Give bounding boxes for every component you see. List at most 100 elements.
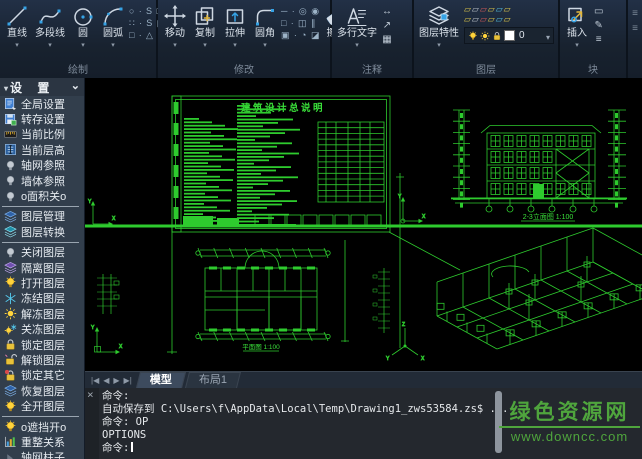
layer-state-icon[interactable]: ▱ <box>480 5 487 14</box>
collapse-chevron-icon[interactable] <box>71 78 80 92</box>
sidebar-item[interactable]: 当前比例 <box>0 127 84 142</box>
sidebar-item[interactable]: o面积关o <box>0 188 84 203</box>
ucs-icon: Y X <box>398 194 426 223</box>
sidebar-item[interactable]: 当前层高 <box>0 142 84 157</box>
dropdown-caret-icon[interactable] <box>111 40 115 47</box>
sidebar-item[interactable]: 轴网参照 <box>0 158 84 173</box>
first-tab-button[interactable] <box>91 376 99 385</box>
dropdown-caret-icon[interactable] <box>233 40 237 47</box>
sidebar-item[interactable]: 全局设置 <box>0 96 84 111</box>
dropdown-caret-icon[interactable] <box>81 40 85 47</box>
panel-label-block: 块 <box>560 64 626 78</box>
sidebar-item[interactable]: 恢复图层 <box>0 383 84 398</box>
ribbon-button-stretch[interactable]: 拉伸 <box>220 3 250 47</box>
sidebar-item[interactable]: 重整关系 <box>0 434 84 449</box>
sidebar-item[interactable]: 全开图层 <box>0 398 84 413</box>
mini-tool-icons[interactable]: ▣ ∙ ◔ ◪ <box>281 31 320 40</box>
close-icon[interactable] <box>87 388 94 401</box>
sun-icon[interactable] <box>480 31 490 41</box>
sidebar-item[interactable]: 锁定图层 <box>0 337 84 352</box>
mini-tool-icon[interactable]: ✎ <box>595 21 603 31</box>
bulb-gray-icon <box>4 174 17 187</box>
layer-state-icon[interactable]: ▱ <box>496 5 503 14</box>
ribbon-button-label: 圆角 <box>255 28 275 40</box>
sidebar-header[interactable]: 设 置 <box>0 78 84 96</box>
dropdown-caret-icon[interactable] <box>355 40 359 47</box>
last-tab-button[interactable] <box>124 376 132 385</box>
ucs-icon: Y X <box>88 199 116 226</box>
prev-tab-button[interactable] <box>103 376 109 385</box>
sidebar-item[interactable]: 锁定其它 <box>0 368 84 383</box>
tab-layout[interactable]: 布局1 <box>185 372 241 388</box>
ribbon-button-insert[interactable]: 插入 <box>562 3 592 47</box>
ribbon-button-copy[interactable]: 复制 <box>190 3 220 47</box>
next-tab-button[interactable] <box>113 376 119 385</box>
sidebar-item[interactable]: 图层转换 <box>0 224 84 239</box>
layer-state-icons[interactable]: ▱▱▱▱▱▱ <box>464 5 554 14</box>
layer-state-icon[interactable]: ▱ <box>472 5 479 14</box>
sidebar-item-label: 关冻图层 <box>21 321 65 337</box>
sidebar-item[interactable]: 关冻图层 <box>0 321 84 336</box>
sidebar-item[interactable]: 解锁图层 <box>0 352 84 367</box>
svg-text:Y: Y <box>386 356 390 362</box>
mini-tool-icon[interactable]: ↔ <box>382 7 392 17</box>
dropdown-caret-icon[interactable] <box>437 40 441 47</box>
ribbon-button-layers[interactable]: 图层特性 <box>416 3 462 47</box>
layer-state-icon[interactable]: ▱ <box>496 15 503 24</box>
ribbon-button-polyline[interactable]: 多段线 <box>32 3 68 47</box>
layer-state-icon[interactable]: ▱ <box>504 15 511 24</box>
dropdown-caret-icon[interactable] <box>575 40 579 47</box>
lock-icon[interactable] <box>492 31 502 41</box>
modify-extra-tools[interactable]: ─ ∙ ◎ ◉ □ ∙ ◫ ∥ ▣ ∙ ◔ ◪ <box>280 3 321 40</box>
sidebar-item[interactable]: 打开图层 <box>0 275 84 290</box>
ribbon-button-mtext[interactable]: 多行文字 <box>334 3 380 47</box>
ribbon-button-line[interactable]: 直线 <box>2 3 32 47</box>
mini-tool-icon[interactable]: ↗ <box>383 21 391 31</box>
sidebar-item[interactable]: 图层管理 <box>0 209 84 224</box>
dropdown-caret-icon[interactable] <box>48 40 52 47</box>
layer-state-icon[interactable]: ▱ <box>480 15 487 24</box>
caret-down-icon[interactable] <box>4 80 8 94</box>
ribbon-button-move[interactable]: 移动 <box>160 3 190 47</box>
sidebar-item[interactable]: 转存设置 <box>0 111 84 126</box>
layer-state-icon[interactable]: ▱ <box>488 5 495 14</box>
dropdown-caret-icon[interactable] <box>203 40 207 47</box>
bulb-icon[interactable] <box>468 31 478 41</box>
sidebar-item[interactable]: o遮挡开o <box>0 419 84 434</box>
block-extra-tools[interactable]: ▭ ✎ ≡ <box>592 3 605 45</box>
mini-tool-icon[interactable]: ▦ <box>382 35 391 45</box>
dropdown-caret-icon[interactable] <box>173 40 177 47</box>
ribbon-button-fillet[interactable]: 圆角 <box>250 3 280 47</box>
tab-label: 布局1 <box>199 373 227 388</box>
mini-tool-icon[interactable]: ▭ <box>594 7 603 17</box>
dropdown-caret-icon[interactable] <box>15 40 19 47</box>
layer-state-icon[interactable]: ▱ <box>488 15 495 24</box>
sidebar-item[interactable]: 解冻图层 <box>0 306 84 321</box>
move-icon <box>163 4 187 28</box>
layer-state-icon[interactable]: ▱ <box>504 5 511 14</box>
layer-state-icon[interactable]: ▱ <box>464 5 471 14</box>
fillet-icon <box>253 4 277 28</box>
dropdown-caret-icon[interactable] <box>263 40 267 47</box>
ribbon-button-circle[interactable]: 圆 <box>68 3 98 47</box>
layer-state-icon[interactable]: ▱ <box>464 15 471 24</box>
sidebar-item[interactable]: 隔离图层 <box>0 260 84 275</box>
sidebar-item[interactable]: 关闭图层 <box>0 245 84 260</box>
chevron-down-icon[interactable] <box>546 27 550 45</box>
layer-state-icon[interactable]: ▱ <box>472 15 479 24</box>
drawing-canvas[interactable]: 建筑设计总说明 2-3立面图 1:100 平面图 1:100 <box>85 78 642 371</box>
layer-combo[interactable]: 0 <box>464 27 554 44</box>
sidebar-item[interactable]: 墙体参照 <box>0 173 84 188</box>
sidebar-item[interactable]: 轴网柱子 <box>0 450 84 459</box>
elevation-drawing: 2-3立面图 1:100 <box>451 110 627 221</box>
layer-state-icons[interactable]: ▱▱▱▱▱▱ <box>464 15 554 24</box>
copy-icon <box>193 4 217 28</box>
tab-model[interactable]: 模型 <box>136 372 186 388</box>
ribbon-button-arc[interactable]: 圆弧 <box>98 3 128 47</box>
annotate-extra-tools[interactable]: ↔ ↗ ▦ <box>380 3 394 45</box>
mini-tool-icon[interactable]: ≡ <box>596 35 602 45</box>
sidebar-item[interactable]: 冻结图层 <box>0 291 84 306</box>
mini-tool-icons[interactable]: □ ∙ ◫ ∥ <box>281 19 320 28</box>
layer-color-swatch[interactable] <box>504 30 515 41</box>
mini-tool-icons[interactable]: ─ ∙ ◎ ◉ <box>281 7 320 16</box>
